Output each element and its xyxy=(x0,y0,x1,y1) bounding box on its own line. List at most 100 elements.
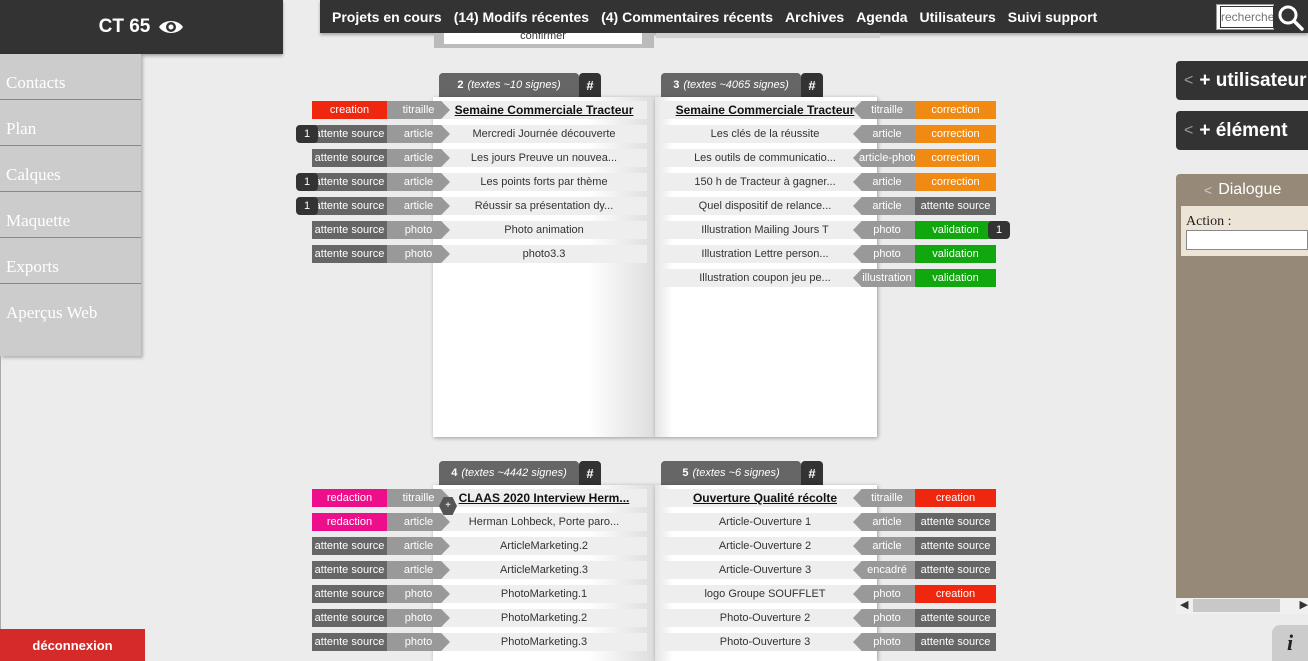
element-title[interactable]: Réussir sa présentation dy... xyxy=(441,197,647,215)
add-user-button[interactable]: < + utilisateur xyxy=(1176,61,1308,100)
element-title[interactable]: logo Groupe SOUFFLET xyxy=(663,585,867,603)
element-title[interactable]: Les clés de la réussite xyxy=(663,125,867,143)
nav-projets-en-cours[interactable]: Projets en cours xyxy=(332,9,442,25)
confirm-button[interactable]: confirmer xyxy=(444,33,642,44)
status-badge[interactable]: validation xyxy=(915,269,996,287)
nav-agenda[interactable]: Agenda xyxy=(856,9,907,25)
status-badge[interactable]: attente source xyxy=(312,125,387,143)
scroll-right-icon[interactable]: ▶ xyxy=(1300,598,1308,611)
status-badge[interactable]: creation xyxy=(915,489,996,507)
element-title[interactable]: Les points forts par thème xyxy=(441,173,647,191)
element-title[interactable]: Photo animation xyxy=(441,221,647,239)
element-title[interactable]: Article-Ouverture 2 xyxy=(663,537,867,555)
nav-utilisateurs[interactable]: Utilisateurs xyxy=(920,9,996,25)
status-badge[interactable]: correction xyxy=(915,125,996,143)
nav-modifs-recentes[interactable]: (14) Modifs récentes xyxy=(454,9,589,25)
page-hash-button[interactable]: # xyxy=(801,73,823,97)
element-title[interactable]: Semaine Commerciale Tracteur xyxy=(663,101,867,119)
status-badge[interactable]: attente source xyxy=(312,609,387,627)
page-hash-button[interactable]: # xyxy=(801,461,823,485)
page-hash-button[interactable]: # xyxy=(579,461,601,485)
comment-count-badge[interactable]: 1 xyxy=(296,125,318,143)
page-hash-button[interactable]: # xyxy=(579,73,601,97)
page-header[interactable]: 3 (textes ~4065 signes) xyxy=(661,73,801,97)
status-badge[interactable]: validation xyxy=(915,221,996,239)
element-title[interactable]: Illustration coupon jeu pe... xyxy=(663,269,867,287)
search-input[interactable] xyxy=(1220,6,1274,28)
status-badge[interactable]: creation xyxy=(312,101,387,119)
chevron-left-icon: < xyxy=(1184,121,1194,139)
element-title[interactable]: Les jours Preuve un nouvea... xyxy=(441,149,647,167)
element-title[interactable]: PhotoMarketing.2 xyxy=(441,609,647,627)
status-badge[interactable]: attente source xyxy=(915,513,996,531)
element-title[interactable]: PhotoMarketing.3 xyxy=(441,633,647,651)
nav-archives[interactable]: Archives xyxy=(785,9,844,25)
status-badge[interactable]: correction xyxy=(915,101,996,119)
status-badge[interactable]: redaction xyxy=(312,489,387,507)
element-type-tag: photo xyxy=(853,633,915,651)
menu-contacts[interactable]: Contacts xyxy=(0,54,141,100)
element-title[interactable]: Mercredi Journée découverte xyxy=(441,125,647,143)
scrollbar-thumb[interactable] xyxy=(1193,599,1280,612)
status-badge[interactable]: attente source xyxy=(312,561,387,579)
element-title[interactable]: Illustration Mailing Jours T xyxy=(663,221,867,239)
menu-exports[interactable]: Exports xyxy=(0,238,141,284)
search-icon[interactable] xyxy=(1278,5,1304,31)
status-badge[interactable]: validation xyxy=(915,245,996,263)
comment-count-badge[interactable]: 1 xyxy=(988,221,1010,239)
status-badge[interactable]: attente source xyxy=(915,561,996,579)
status-badge[interactable]: attente source xyxy=(915,537,996,555)
logout-button[interactable]: déconnexion xyxy=(0,629,145,661)
status-badge[interactable]: attente source xyxy=(312,149,387,167)
status-badge[interactable]: attente source xyxy=(312,197,387,215)
element-title[interactable]: ArticleMarketing.3 xyxy=(441,561,647,579)
element-title[interactable]: Photo-Ouverture 3 xyxy=(663,633,867,651)
element-title[interactable]: Semaine Commerciale Tracteur xyxy=(441,101,647,119)
element-title[interactable]: Photo-Ouverture 2 xyxy=(663,609,867,627)
status-badge[interactable]: attente source xyxy=(312,633,387,651)
element-title[interactable]: 150 h de Tracteur à gagner... xyxy=(663,173,867,191)
dialog-header[interactable]: < Dialogue xyxy=(1176,174,1308,206)
page-header[interactable]: 5 (textes ~6 signes) xyxy=(661,461,801,485)
page-header[interactable]: 2 (textes ~10 signes) xyxy=(439,73,579,97)
status-badge[interactable]: attente source xyxy=(915,609,996,627)
page-sheet xyxy=(433,97,655,437)
app-logo[interactable]: CT 65 xyxy=(0,0,283,54)
status-badge[interactable]: attente source xyxy=(915,633,996,651)
element-title[interactable]: PhotoMarketing.1 xyxy=(441,585,647,603)
status-badge[interactable]: correction xyxy=(915,149,996,167)
comment-count-badge[interactable]: 1 xyxy=(296,197,318,215)
nav-commentaires-recents[interactable]: (4) Commentaires récents xyxy=(601,9,773,25)
element-title[interactable]: Herman Lohbeck, Porte paro... xyxy=(441,513,647,531)
status-badge[interactable]: attente source xyxy=(312,537,387,555)
add-element-button[interactable]: < + élément xyxy=(1176,111,1308,150)
element-title[interactable]: photo3.3 xyxy=(441,245,647,263)
horizontal-scrollbar[interactable]: ◀ ▶ xyxy=(1176,598,1308,614)
action-input[interactable] xyxy=(1186,230,1308,250)
status-badge[interactable]: attente source xyxy=(312,173,387,191)
comment-count-badge[interactable]: 1 xyxy=(296,173,318,191)
status-badge[interactable]: correction xyxy=(915,173,996,191)
status-badge[interactable]: attente source xyxy=(312,221,387,239)
element-title[interactable]: Article-Ouverture 3 xyxy=(663,561,867,579)
menu-calques[interactable]: Calques xyxy=(0,146,141,192)
menu-plan[interactable]: Plan xyxy=(0,100,141,146)
element-title[interactable]: Les outils de communicatio... xyxy=(663,149,867,167)
info-button[interactable]: i xyxy=(1272,625,1308,661)
menu-maquette[interactable]: Maquette xyxy=(0,192,141,238)
element-title[interactable]: CLAAS 2020 Interview Herm... xyxy=(441,489,647,507)
element-title[interactable]: Ouverture Qualité récolte xyxy=(663,489,867,507)
page-header[interactable]: 4 (textes ~4442 signes) xyxy=(439,461,579,485)
status-badge[interactable]: creation xyxy=(915,585,996,603)
element-title[interactable]: Quel dispositif de relance... xyxy=(663,197,867,215)
scroll-left-icon[interactable]: ◀ xyxy=(1180,598,1188,611)
element-title[interactable]: Article-Ouverture 1 xyxy=(663,513,867,531)
status-badge[interactable]: attente source xyxy=(312,245,387,263)
status-badge[interactable]: attente source xyxy=(915,197,996,215)
element-title[interactable]: Illustration Lettre person... xyxy=(663,245,867,263)
element-title[interactable]: ArticleMarketing.2 xyxy=(441,537,647,555)
status-badge[interactable]: attente source xyxy=(312,585,387,603)
nav-suivi-support[interactable]: Suivi support xyxy=(1008,9,1097,25)
menu-apercus-web[interactable]: Aperçus Web xyxy=(0,284,141,330)
status-badge[interactable]: redaction xyxy=(312,513,387,531)
